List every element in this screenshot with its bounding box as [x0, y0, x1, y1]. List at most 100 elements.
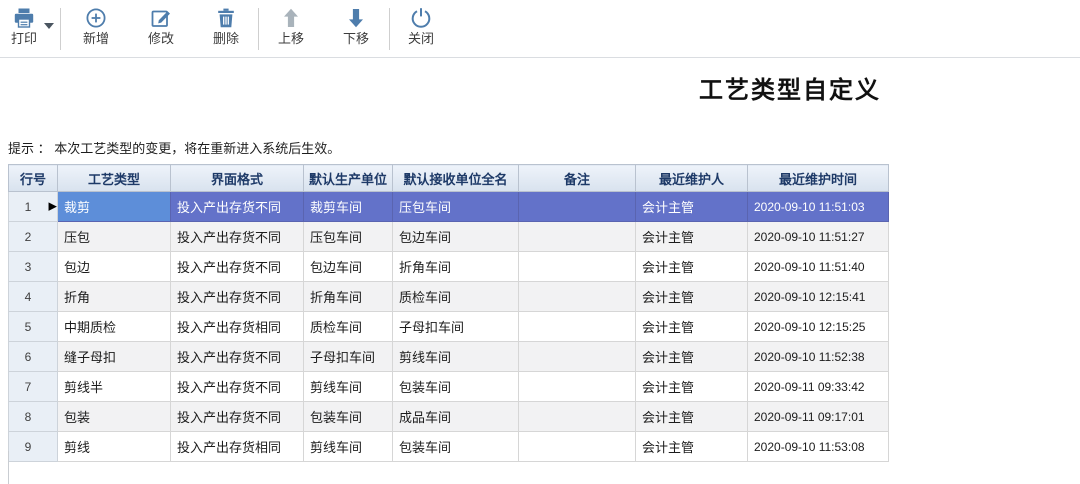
cell-remark[interactable]	[519, 252, 636, 282]
cell-default-prod-unit[interactable]: 剪线车间	[304, 432, 393, 462]
cell-remark[interactable]	[519, 402, 636, 432]
cell-default-recv-unit[interactable]: 包装车间	[393, 432, 519, 462]
cell-default-prod-unit[interactable]: 包装车间	[304, 402, 393, 432]
cell-remark[interactable]	[519, 342, 636, 372]
row-number-cell[interactable]: 8	[9, 402, 58, 432]
cell-ui-format[interactable]: 投入产出存货不同	[171, 372, 304, 402]
cell-default-prod-unit[interactable]: 折角车间	[304, 282, 393, 312]
cell-maintainer[interactable]: 会计主管	[636, 402, 748, 432]
close-button[interactable]: 关闭	[393, 4, 449, 54]
cell-maintainer[interactable]: 会计主管	[636, 252, 748, 282]
move-up-button[interactable]: 上移	[263, 4, 319, 54]
cell-maintained-at[interactable]: 2020-09-11 09:33:42	[748, 372, 889, 402]
cell-ui-format[interactable]: 投入产出存货相同	[171, 432, 304, 462]
add-button-label: 新增	[68, 31, 124, 46]
row-number-cell[interactable]: 3	[9, 252, 58, 282]
row-number-cell[interactable]: 9	[9, 432, 58, 462]
row-number-cell[interactable]: 5	[9, 312, 58, 342]
row-number-cell[interactable]: 7	[9, 372, 58, 402]
hint-text: 提示 ： 本次工艺类型的变更，将在重新进入系统后生效。	[8, 138, 340, 157]
table-row[interactable]: 4折角投入产出存货不同折角车间质检车间 会计主管2020-09-10 12:15:…	[9, 282, 889, 312]
row-number-cell[interactable]: 6	[9, 342, 58, 372]
table-row[interactable]: 3包边投入产出存货不同包边车间折角车间 会计主管2020-09-10 11:51:…	[9, 252, 889, 282]
cell-maintained-at[interactable]: 2020-09-10 12:15:25	[748, 312, 889, 342]
cell-default-prod-unit[interactable]: 裁剪车间	[304, 192, 393, 222]
row-number-cell[interactable]: 2	[9, 222, 58, 252]
cell-ui-format[interactable]: 投入产出存货不同	[171, 192, 304, 222]
cell-default-recv-unit[interactable]: 剪线车间	[393, 342, 519, 372]
cell-remark[interactable]	[519, 282, 636, 312]
cell-default-prod-unit[interactable]: 子母扣车间	[304, 342, 393, 372]
cell-default-recv-unit[interactable]: 子母扣车间	[393, 312, 519, 342]
cell-maintainer[interactable]: 会计主管	[636, 432, 748, 462]
cell-process-type[interactable]: 中期质检	[58, 312, 171, 342]
cell-ui-format[interactable]: 投入产出存货不同	[171, 282, 304, 312]
cell-remark[interactable]	[519, 372, 636, 402]
cell-default-prod-unit[interactable]: 质检车间	[304, 312, 393, 342]
cell-default-recv-unit[interactable]: 成品车间	[393, 402, 519, 432]
cell-ui-format[interactable]: 投入产出存货不同	[171, 222, 304, 252]
column-header-default-recv-unit[interactable]: 默认接收单位全名	[393, 165, 519, 192]
cell-maintained-at[interactable]: 2020-09-10 11:51:03	[748, 192, 889, 222]
row-number-cell[interactable]: 4	[9, 282, 58, 312]
cell-remark[interactable]	[519, 312, 636, 342]
column-header-process-type[interactable]: 工艺类型	[58, 165, 171, 192]
cell-maintainer[interactable]: 会计主管	[636, 312, 748, 342]
cell-maintained-at[interactable]: 2020-09-10 11:51:27	[748, 222, 889, 252]
table-row[interactable]: 5中期质检投入产出存货相同质检车间子母扣车间 会计主管2020-09-10 12:…	[9, 312, 889, 342]
cell-remark[interactable]	[519, 222, 636, 252]
table-row[interactable]: 6缝子母扣投入产出存货不同子母扣车间剪线车间 会计主管2020-09-10 11:…	[9, 342, 889, 372]
column-header-remark[interactable]: 备注	[519, 165, 636, 192]
current-row-marker: ▶	[49, 201, 57, 212]
cell-ui-format[interactable]: 投入产出存货不同	[171, 252, 304, 282]
cell-maintainer[interactable]: 会计主管	[636, 222, 748, 252]
move-down-button[interactable]: 下移	[328, 4, 384, 54]
cell-process-type[interactable]: 剪线半	[58, 372, 171, 402]
column-header-row-no[interactable]: 行号	[9, 165, 58, 192]
cell-default-recv-unit[interactable]: 压包车间	[393, 192, 519, 222]
cell-maintained-at[interactable]: 2020-09-11 09:17:01	[748, 402, 889, 432]
modify-button[interactable]: 修改	[133, 4, 189, 54]
table-row[interactable]: 9剪线投入产出存货相同剪线车间包装车间 会计主管2020-09-10 11:53:…	[9, 432, 889, 462]
column-header-default-prod-unit[interactable]: 默认生产单位	[304, 165, 393, 192]
cell-process-type[interactable]: 剪线	[58, 432, 171, 462]
table-row[interactable]: 1▶裁剪投入产出存货不同裁剪车间压包车间 会计主管2020-09-10 11:51…	[9, 192, 889, 222]
add-button[interactable]: 新增	[68, 4, 124, 54]
table-row[interactable]: 8包装投入产出存货不同包装车间成品车间 会计主管2020-09-11 09:17:…	[9, 402, 889, 432]
cell-default-recv-unit[interactable]: 包装车间	[393, 372, 519, 402]
column-header-maintainer[interactable]: 最近维护人	[636, 165, 748, 192]
cell-maintained-at[interactable]: 2020-09-10 12:15:41	[748, 282, 889, 312]
cell-process-type[interactable]: 缝子母扣	[58, 342, 171, 372]
cell-default-prod-unit[interactable]: 压包车间	[304, 222, 393, 252]
cell-maintained-at[interactable]: 2020-09-10 11:52:38	[748, 342, 889, 372]
table-row[interactable]: 2压包投入产出存货不同压包车间包边车间 会计主管2020-09-10 11:51:…	[9, 222, 889, 252]
cell-default-prod-unit[interactable]: 剪线车间	[304, 372, 393, 402]
cell-process-type[interactable]: 压包	[58, 222, 171, 252]
print-dropdown-caret-icon[interactable]	[44, 23, 54, 29]
row-number-cell[interactable]: 1▶	[9, 192, 58, 222]
cell-default-recv-unit[interactable]: 折角车间	[393, 252, 519, 282]
cell-maintainer[interactable]: 会计主管	[636, 342, 748, 372]
cell-remark[interactable]	[519, 192, 636, 222]
print-button[interactable]: 打印	[2, 4, 46, 54]
cell-default-recv-unit[interactable]: 质检车间	[393, 282, 519, 312]
cell-process-type[interactable]: 裁剪	[58, 192, 171, 222]
cell-process-type[interactable]: 折角	[58, 282, 171, 312]
cell-ui-format[interactable]: 投入产出存货相同	[171, 312, 304, 342]
cell-maintainer[interactable]: 会计主管	[636, 282, 748, 312]
cell-remark[interactable]	[519, 432, 636, 462]
column-header-ui-format[interactable]: 界面格式	[171, 165, 304, 192]
cell-ui-format[interactable]: 投入产出存货不同	[171, 342, 304, 372]
cell-maintained-at[interactable]: 2020-09-10 11:51:40	[748, 252, 889, 282]
cell-process-type[interactable]: 包边	[58, 252, 171, 282]
cell-default-recv-unit[interactable]: 包边车间	[393, 222, 519, 252]
table-row[interactable]: 7剪线半投入产出存货不同剪线车间包装车间 会计主管2020-09-11 09:33…	[9, 372, 889, 402]
cell-ui-format[interactable]: 投入产出存货不同	[171, 402, 304, 432]
cell-maintainer[interactable]: 会计主管	[636, 372, 748, 402]
column-header-maintained-at[interactable]: 最近维护时间	[748, 165, 889, 192]
cell-maintained-at[interactable]: 2020-09-10 11:53:08	[748, 432, 889, 462]
cell-process-type[interactable]: 包装	[58, 402, 171, 432]
cell-maintainer[interactable]: 会计主管	[636, 192, 748, 222]
delete-button[interactable]: 删除	[198, 4, 254, 54]
cell-default-prod-unit[interactable]: 包边车间	[304, 252, 393, 282]
